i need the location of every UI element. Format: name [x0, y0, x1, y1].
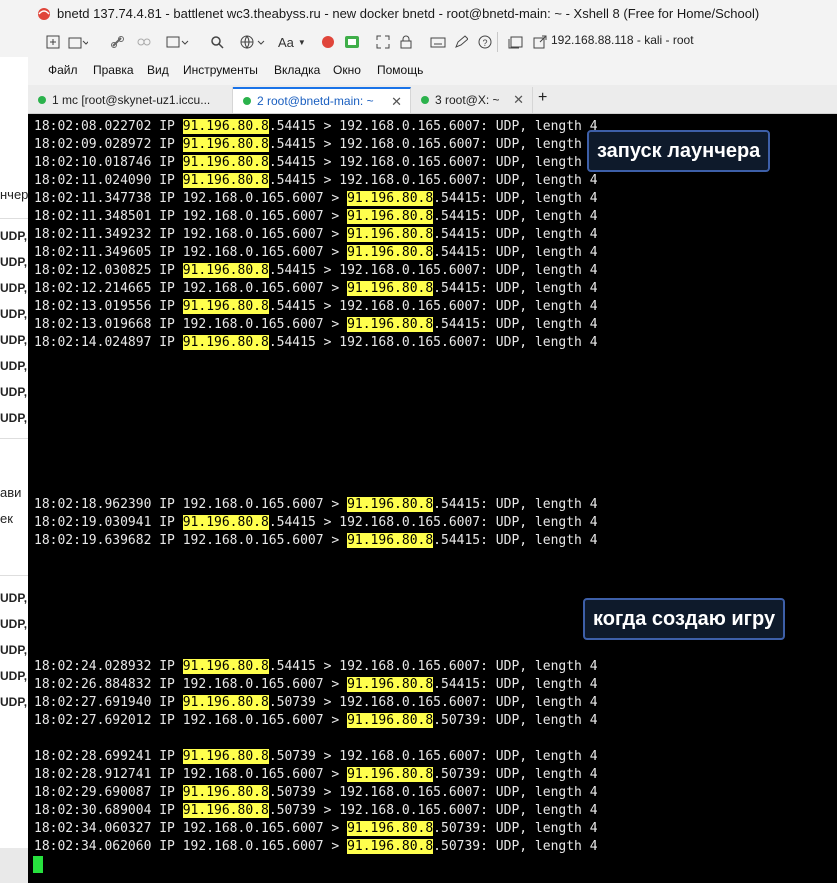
tab-bar: 1 mc [root@skynet-uz1.iccu... 2 root@bne… [28, 85, 837, 114]
background-text: ави [0, 485, 22, 500]
background-udp-label: UDP, [0, 307, 28, 321]
close-tab-icon[interactable]: ✕ [513, 92, 524, 108]
terminal-line: 18:02:13.019556 IP 91.196.80.8.54415 > 1… [34, 299, 598, 314]
background-window: нчер UDP, UDP, UDP, UDP, UDP, UDP, UDP, … [0, 57, 28, 883]
background-udp-label: UDP, [0, 695, 28, 709]
tab-session-2[interactable]: 2 root@bnetd-main: ~ ✕ [233, 87, 411, 113]
background-footer [0, 848, 28, 883]
lock-icon[interactable] [400, 34, 412, 50]
terminal-line: 18:02:12.030825 IP 91.196.80.8.54415 > 1… [34, 263, 598, 278]
search-icon[interactable] [210, 34, 224, 50]
menu-help[interactable]: Помощь [377, 63, 423, 77]
background-udp-label: UDP, [0, 229, 28, 243]
terminal-line: 18:02:28.912741 IP 192.168.0.165.6007 > … [34, 767, 598, 782]
toolbar: Aa ▼ ? 192.168.88.118 - kali - root [0, 27, 837, 57]
terminal-line: 18:02:09.028972 IP 91.196.80.8.54415 > 1… [34, 137, 598, 152]
divider [0, 218, 28, 219]
background-udp-label: UDP, [0, 411, 28, 425]
window-title: bnetd 137.74.4.81 - battlenet wc3.theaby… [57, 6, 760, 21]
terminal-line: 18:02:27.692012 IP 192.168.0.165.6007 > … [34, 713, 598, 728]
add-tab-icon[interactable]: + [538, 89, 547, 107]
background-udp-label: UDP, [0, 359, 28, 373]
menu-window[interactable]: Окно [333, 63, 361, 77]
terminal-output[interactable]: 18:02:08.022702 IP 91.196.80.8.54415 > 1… [28, 114, 837, 883]
terminal-line: 18:02:19.030941 IP 91.196.80.8.54415 > 1… [34, 515, 598, 530]
terminal-line: 18:02:34.060327 IP 192.168.0.165.6007 > … [34, 821, 598, 836]
connected-status-icon [38, 96, 46, 104]
terminal-line: 18:02:10.018746 IP 91.196.80.8.54415 > 1… [34, 155, 598, 170]
background-udp-label: UDP, [0, 669, 28, 683]
reconnect-icon[interactable] [166, 34, 192, 50]
session-manager-icon[interactable] [508, 34, 524, 50]
background-udp-label: UDP, [0, 255, 28, 269]
keyboard-icon[interactable] [430, 34, 446, 50]
fullscreen-icon[interactable] [376, 34, 390, 50]
background-udp-label: UDP, [0, 333, 28, 347]
font-label: Aa [278, 34, 294, 50]
terminal-line: 18:02:19.639682 IP 192.168.0.165.6007 > … [34, 533, 598, 548]
background-udp-label: UDP, [0, 385, 28, 399]
menu-tab[interactable]: Вкладка [274, 63, 320, 77]
menu-bar: Файл Правка Вид Инструменты Вкладка Окно… [28, 57, 837, 85]
menu-edit[interactable]: Правка [93, 63, 134, 77]
divider [0, 438, 28, 439]
terminal-line: 18:02:11.347738 IP 192.168.0.165.6007 > … [34, 191, 598, 206]
terminal-line: 18:02:13.019668 IP 192.168.0.165.6007 > … [34, 317, 598, 332]
annotation-launcher: запуск лаунчера [587, 130, 771, 172]
terminal-line: 18:02:11.349232 IP 192.168.0.165.6007 > … [34, 227, 598, 242]
title-bar: bnetd 137.74.4.81 - battlenet wc3.theaby… [0, 0, 837, 27]
terminal-line: 18:02:08.022702 IP 91.196.80.8.54415 > 1… [34, 119, 598, 134]
terminal-line: 18:02:28.699241 IP 91.196.80.8.50739 > 1… [34, 749, 598, 764]
background-text: нчер [0, 187, 28, 202]
terminal-line: 18:02:34.062060 IP 192.168.0.165.6007 > … [34, 839, 598, 854]
toolbar-separator [497, 32, 498, 52]
terminal-line: 18:02:30.689004 IP 91.196.80.8.50739 > 1… [34, 803, 598, 818]
terminal-line: 18:02:27.691940 IP 91.196.80.8.50739 > 1… [34, 695, 598, 710]
tab-label: 1 mc [root@skynet-uz1.iccu... [52, 93, 211, 107]
divider [0, 575, 28, 576]
menu-file[interactable]: Файл [48, 63, 78, 77]
terminal-line: 18:02:24.028932 IP 91.196.80.8.54415 > 1… [34, 659, 598, 674]
terminal-line: 18:02:18.962390 IP 192.168.0.165.6007 > … [34, 497, 598, 512]
background-udp-label: UDP, [0, 591, 28, 605]
connected-status-icon [421, 96, 429, 104]
connect-icon[interactable] [110, 34, 126, 50]
terminal-line: 18:02:11.024090 IP 91.196.80.8.54415 > 1… [34, 173, 598, 188]
connected-status-icon [243, 97, 251, 105]
background-udp-label: UDP, [0, 643, 28, 657]
close-tab-icon[interactable]: ✕ [391, 94, 402, 110]
background-text: ек [0, 511, 13, 526]
terminal-line: 18:02:11.349605 IP 192.168.0.165.6007 > … [34, 245, 598, 260]
new-session-icon[interactable] [46, 34, 60, 50]
tab-session-3[interactable]: 3 root@X: ~ ✕ [411, 87, 533, 113]
disconnect-icon[interactable] [136, 34, 152, 50]
tab-label: 3 root@X: ~ [435, 93, 500, 107]
xftp-icon[interactable] [320, 34, 336, 50]
edit-icon[interactable] [454, 34, 468, 50]
external-link-icon[interactable] [533, 34, 547, 50]
xshell-app-icon [36, 7, 52, 21]
background-udp-label: UDP, [0, 617, 28, 631]
help-icon[interactable]: ? [478, 34, 492, 50]
terminal-line: 18:02:14.024897 IP 91.196.80.8.54415 > 1… [34, 335, 598, 350]
terminal-line: 18:02:12.214665 IP 192.168.0.165.6007 > … [34, 281, 598, 296]
menu-tools[interactable]: Инструменты [183, 63, 258, 77]
svg-text:?: ? [483, 38, 488, 48]
terminal-cursor [33, 856, 43, 873]
annotation-create-game: когда создаю игру [583, 598, 786, 640]
xftp-green-icon[interactable] [344, 34, 360, 50]
tab-label: 2 root@bnetd-main: ~ [257, 94, 374, 108]
session-address[interactable]: 192.168.88.118 - kali - root [551, 33, 694, 47]
open-folder-icon[interactable] [68, 34, 88, 50]
terminal-line: 18:02:26.884832 IP 192.168.0.165.6007 > … [34, 677, 598, 692]
terminal-line: 18:02:29.690087 IP 91.196.80.8.50739 > 1… [34, 785, 598, 800]
terminal-line: 18:02:11.348501 IP 192.168.0.165.6007 > … [34, 209, 598, 224]
background-udp-label: UDP, [0, 281, 28, 295]
tab-session-1[interactable]: 1 mc [root@skynet-uz1.iccu... [28, 87, 233, 113]
globe-icon[interactable] [240, 34, 268, 50]
menu-view[interactable]: Вид [147, 63, 169, 77]
font-icon[interactable]: Aa ▼ [278, 34, 306, 50]
